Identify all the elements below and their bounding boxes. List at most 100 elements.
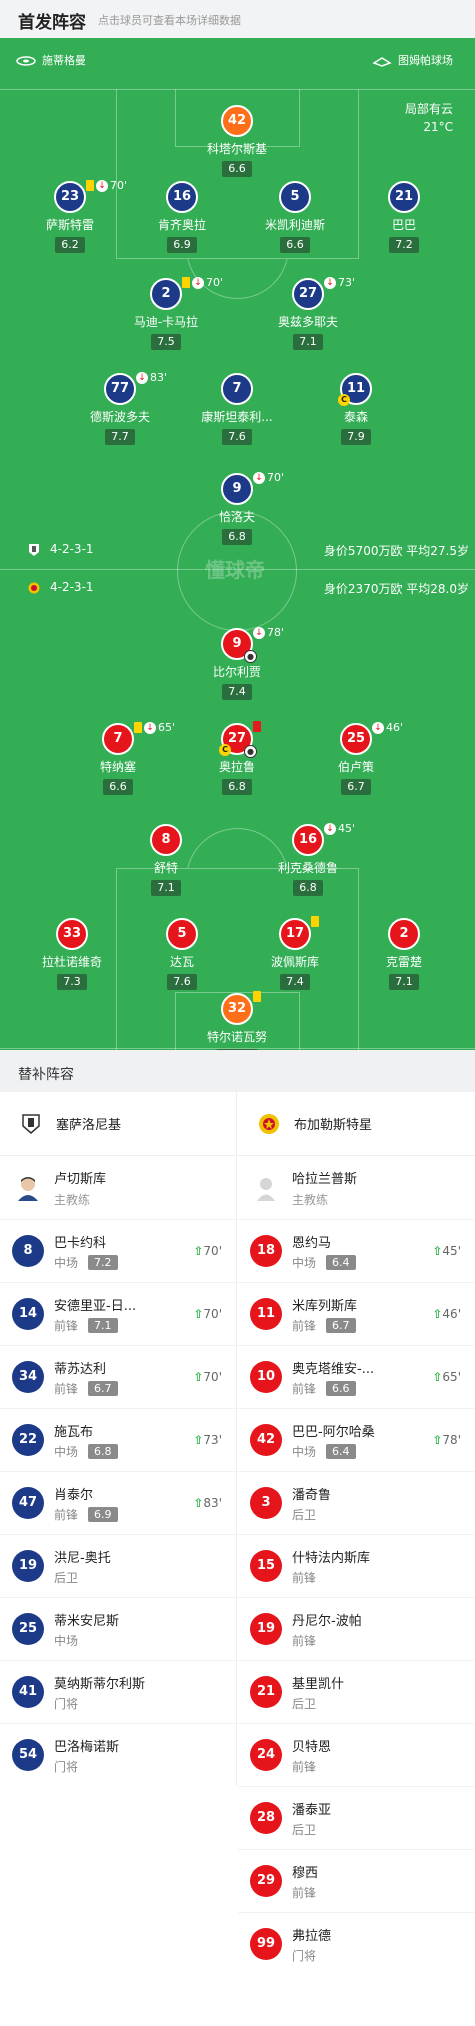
player-name: 比尔利贾 bbox=[212, 665, 261, 679]
sub-player-info: 奥克塔维安-... 前锋 6.6 bbox=[292, 1358, 374, 1397]
player-events: ↓ 78' bbox=[253, 626, 284, 639]
player-home[interactable]: 11 C 泰森 7.9 bbox=[296, 373, 416, 445]
sub-player-row[interactable]: 8 巴卡约科 中场 7.2 ⇧70' bbox=[0, 1219, 236, 1282]
home-coach[interactable]: 卢切斯库 主教练 bbox=[0, 1156, 236, 1219]
sub-number-badge: 25 bbox=[12, 1613, 44, 1645]
sub-player-position-row: 后卫 bbox=[292, 1695, 344, 1712]
player-number-badge: 21 bbox=[388, 181, 420, 213]
player-home[interactable]: 21 巴巴 7.2 bbox=[344, 181, 464, 253]
player-rating-value: 6.6 bbox=[228, 162, 246, 175]
sub-player-row[interactable]: 14 安德里亚-日... 前锋 7.1 ⇧70' bbox=[0, 1282, 236, 1345]
sub-player-rating: 6.6 bbox=[326, 1380, 356, 1396]
sub-number-badge: 8 bbox=[12, 1235, 44, 1267]
sub-player-row[interactable]: 19 洪尼-奥托 后卫 bbox=[0, 1534, 236, 1597]
sub-player-position: 门将 bbox=[292, 1948, 317, 1963]
sub-off-icon: ↓ bbox=[324, 276, 336, 289]
sub-player-position-row: 后卫 bbox=[292, 1821, 331, 1838]
yellow-card-icon bbox=[311, 916, 319, 927]
sub-player-position: 中场 bbox=[292, 1444, 317, 1459]
player-events: ↓ 70' bbox=[86, 179, 127, 192]
player-events bbox=[311, 916, 319, 927]
sub-player-row[interactable]: 29 穆西 前锋 bbox=[238, 1849, 475, 1912]
sub-off-icon: ↓ bbox=[253, 626, 265, 639]
home-badge-icon bbox=[29, 543, 39, 556]
sub-player-row[interactable]: 99 弗拉德 门将 bbox=[238, 1912, 475, 1975]
yellow-card-icon bbox=[253, 991, 261, 1002]
player-away[interactable]: 7 ↓ 65' 特纳塞 6.6 bbox=[58, 721, 178, 795]
player-away[interactable]: 17 波佩斯库 7.4 bbox=[235, 916, 355, 990]
player-home[interactable]: 77 ↓ 83' 德斯波多夫 7.7 bbox=[60, 371, 180, 445]
sub-player-name: 蒂苏达利 bbox=[54, 1361, 107, 1377]
player-home[interactable]: 9 ↓ 70' 恰洛夫 6.8 bbox=[177, 471, 297, 545]
sub-player-position-row: 后卫 bbox=[54, 1569, 111, 1586]
home-team-row[interactable]: 塞萨洛尼基 bbox=[0, 1092, 236, 1156]
player-away[interactable]: 8 舒特 7.1 bbox=[106, 824, 226, 896]
sub-player-row[interactable]: 47 肖泰尔 前锋 6.9 ⇧83' bbox=[0, 1471, 236, 1534]
sub-player-row[interactable]: 34 蒂苏达利 前锋 6.7 ⇧70' bbox=[0, 1345, 236, 1408]
player-number: 7 bbox=[113, 731, 123, 746]
sub-player-row[interactable]: 10 奥克塔维安-... 前锋 6.6 ⇧65' bbox=[238, 1345, 475, 1408]
away-value: 身价2370万欧 平均28.0岁 bbox=[323, 582, 469, 596]
away-formation: 4-2-3-1 bbox=[50, 580, 94, 594]
player-rating-value: 7.1 bbox=[299, 335, 317, 348]
player-away[interactable]: 16 ↓ 45' 利克桑德鲁 6.8 bbox=[248, 822, 368, 896]
sub-number-badge: 19 bbox=[12, 1550, 44, 1582]
sub-player-row[interactable]: 28 潘泰亚 后卫 bbox=[238, 1786, 475, 1849]
player-events: ↓ 46' bbox=[372, 721, 403, 734]
sub-player-position: 中场 bbox=[54, 1255, 79, 1270]
player-home[interactable]: 5 米凯利迪斯 6.6 bbox=[235, 181, 355, 253]
player-home[interactable]: 16 肯齐奥拉 6.9 bbox=[122, 181, 242, 253]
sub-off-icon: ↓ bbox=[324, 822, 336, 835]
sub-player-row[interactable]: 21 基里凯什 后卫 bbox=[238, 1660, 475, 1723]
player-away[interactable]: 33 拉杜诺维奇 7.3 bbox=[12, 918, 132, 990]
player-rating-value: 6.2 bbox=[61, 238, 79, 251]
away-coach-role: 主教练 bbox=[292, 1192, 329, 1207]
sub-player-info: 丹尼尔-波帕 前锋 bbox=[292, 1610, 362, 1649]
sub-player-row[interactable]: 11 米库列斯库 前锋 6.7 ⇧46' bbox=[238, 1282, 475, 1345]
player-home[interactable]: 23 ↓ 70' 萨斯特雷 6.2 bbox=[10, 179, 130, 253]
sub-player-name: 蒂米安尼斯 bbox=[54, 1613, 120, 1629]
player-home[interactable]: 42 科塔尔斯基 6.6 bbox=[177, 105, 297, 177]
player-away[interactable]: 5 达瓦 7.6 bbox=[122, 918, 242, 990]
away-team-row[interactable]: 布加勒斯特星 bbox=[238, 1092, 475, 1156]
away-coach[interactable]: 哈拉兰普斯 主教练 bbox=[238, 1156, 475, 1219]
sub-on-minute-value: 78' bbox=[442, 1433, 461, 1447]
sub-player-position-row: 前锋 bbox=[292, 1632, 362, 1649]
player-events: ↓ 70' bbox=[182, 276, 223, 289]
player-home[interactable]: 27 ↓ 73' 奥兹多耶夫 7.1 bbox=[248, 276, 368, 350]
player-rating: 6.7 bbox=[341, 779, 371, 795]
sub-player-row[interactable]: 19 丹尼尔-波帕 前锋 bbox=[238, 1597, 475, 1660]
sub-player-position-row: 前锋 7.1 bbox=[54, 1317, 136, 1334]
sub-player-row[interactable]: 25 蒂米安尼斯 中场 bbox=[0, 1597, 236, 1660]
lineup-page: 首发阵容 点击球员可查看本场详细数据 施蒂格曼 图姆帕球场 局部有云 21°C … bbox=[0, 0, 475, 2026]
player-home[interactable]: 2 ↓ 70' 马迪-卡马拉 7.5 bbox=[106, 276, 226, 350]
sub-player-position: 中场 bbox=[292, 1255, 317, 1270]
player-rating: 6.6 bbox=[103, 779, 133, 795]
sub-player-row[interactable]: 18 恩约马 中场 6.4 ⇧45' bbox=[238, 1219, 475, 1282]
sub-on-icon: ⇧ bbox=[432, 1307, 443, 1321]
sub-player-row[interactable]: 41 莫纳斯蒂尔利斯 门将 bbox=[0, 1660, 236, 1723]
sub-on-minute-value: 73' bbox=[203, 1433, 222, 1447]
player-home[interactable]: 7 康斯坦泰利... 7.6 bbox=[177, 373, 297, 445]
player-away[interactable]: 2 克雷楚 7.1 bbox=[344, 918, 464, 990]
player-number: 11 bbox=[346, 381, 366, 396]
sub-player-position-row: 门将 bbox=[54, 1695, 145, 1712]
player-name: 达瓦 bbox=[169, 955, 194, 969]
player-away[interactable]: 32特尔诺瓦努★8.5 bbox=[177, 991, 297, 1050]
sub-minute: 70' bbox=[206, 276, 224, 289]
player-away[interactable]: 25 ↓ 46' 伯卢策 6.7 bbox=[296, 721, 416, 795]
sub-player-row[interactable]: 22 施瓦布 中场 6.8 ⇧73' bbox=[0, 1408, 236, 1471]
player-name: 舒特 bbox=[153, 861, 178, 875]
sub-player-row[interactable]: 24 贝特恩 前锋 bbox=[238, 1723, 475, 1786]
player-rating: 7.4 bbox=[280, 974, 310, 990]
sub-player-row[interactable]: 54 巴洛梅诺斯 门将 bbox=[0, 1723, 236, 1786]
home-formation-row: 4-2-3-1 bbox=[28, 542, 94, 557]
sub-player-row[interactable]: 3 潘奇鲁 后卫 bbox=[238, 1471, 475, 1534]
sub-player-row[interactable]: 42 巴巴-阿尔哈桑 中场 6.4 ⇧78' bbox=[238, 1408, 475, 1471]
page-title: 首发阵容 bbox=[18, 13, 86, 33]
player-away[interactable]: 27 C ● 奥拉鲁 6.8 bbox=[177, 721, 297, 795]
sub-player-info: 恩约马 中场 6.4 bbox=[292, 1232, 356, 1271]
player-away[interactable]: 9 ● ↓ 78' 比尔利贾 7.4 bbox=[177, 626, 297, 700]
player-events bbox=[253, 991, 261, 1002]
sub-player-row[interactable]: 15 什特法内斯库 前锋 bbox=[238, 1534, 475, 1597]
